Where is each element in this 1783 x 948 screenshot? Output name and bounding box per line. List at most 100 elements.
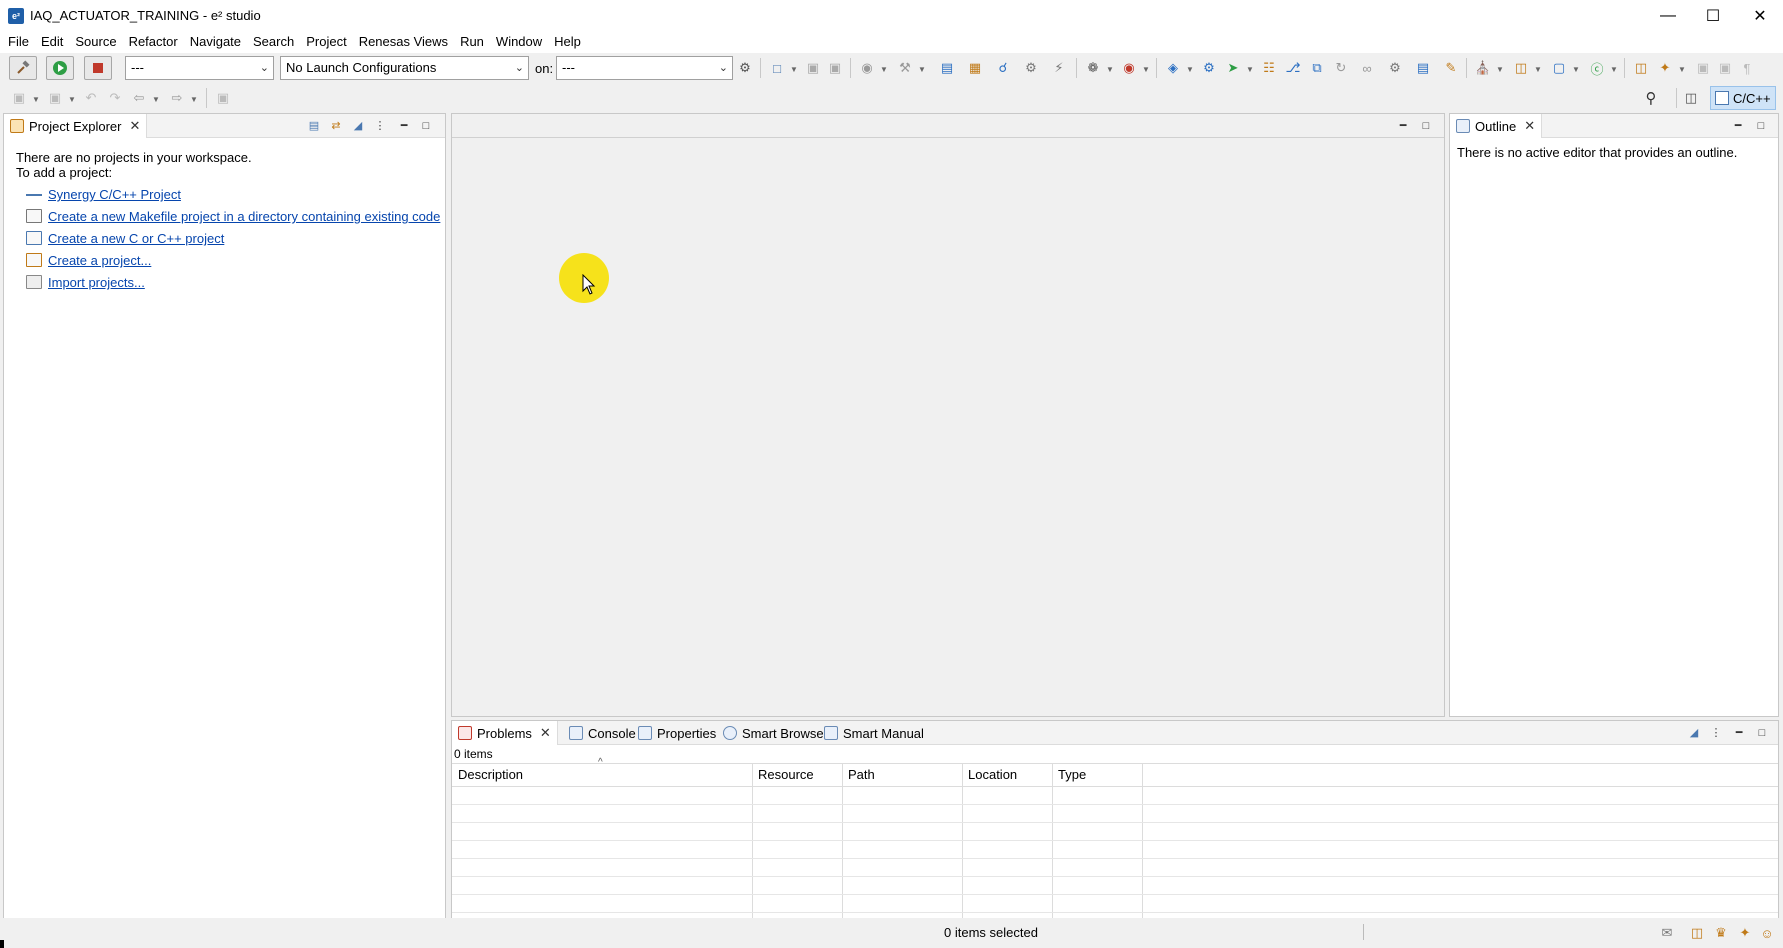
maximize-view-icon[interactable]: □: [418, 118, 434, 134]
launch-target-select[interactable]: --- ⌄: [556, 56, 733, 80]
dropdown-arrow-icon[interactable]: ▼: [790, 65, 798, 74]
link-create-project[interactable]: Create a project...: [48, 253, 151, 268]
maximize-button[interactable]: ☐: [1690, 0, 1736, 31]
menu-source[interactable]: Source: [69, 31, 122, 53]
menu-navigate[interactable]: Navigate: [184, 31, 247, 53]
close-icon[interactable]: ✕: [540, 725, 551, 741]
new-folder-icon[interactable]: ◫: [1510, 57, 1532, 79]
filter-icon[interactable]: ◢: [1686, 725, 1702, 741]
link-import-projects[interactable]: Import projects...: [48, 275, 145, 290]
new-icon[interactable]: □: [766, 57, 788, 79]
menu-project[interactable]: Project: [300, 31, 352, 53]
dropdown-arrow-icon[interactable]: ▼: [1534, 65, 1542, 74]
hammer-icon[interactable]: ⚒: [894, 57, 916, 79]
open-perspective-icon[interactable]: ◫: [1680, 87, 1702, 109]
dropdown-arrow-icon[interactable]: ▼: [152, 95, 160, 104]
menu-search[interactable]: Search: [247, 31, 300, 53]
pin-editor-icon[interactable]: ▣: [212, 87, 234, 109]
search-icon[interactable]: ⚲: [1640, 87, 1662, 109]
column-resource[interactable]: Resource: [752, 763, 842, 787]
dropdown-arrow-icon[interactable]: ▼: [918, 65, 926, 74]
link-c-cpp-project[interactable]: Create a new C or C++ project: [48, 231, 224, 246]
launch-run-icon[interactable]: [46, 56, 74, 80]
tab-properties[interactable]: Properties: [632, 721, 722, 745]
build-hammer-icon[interactable]: [9, 56, 37, 80]
maximize-view-icon[interactable]: □: [1754, 725, 1770, 741]
tab-console[interactable]: Console: [563, 721, 642, 745]
minimize-view-icon[interactable]: ━: [1731, 725, 1747, 741]
tree-icon[interactable]: ⎇: [1282, 57, 1304, 79]
build-config-select[interactable]: --- ⌄: [125, 56, 274, 80]
dropdown-arrow-icon[interactable]: ▼: [1142, 65, 1150, 74]
forward-arrow-icon[interactable]: ⇨: [166, 87, 188, 109]
minimize-view-icon[interactable]: ━: [396, 118, 412, 134]
link-with-editor-icon[interactable]: ⇄: [328, 118, 344, 134]
minimize-view-icon[interactable]: ━: [1730, 118, 1746, 134]
toggle-block-icon[interactable]: ▣: [1714, 57, 1736, 79]
tab-problems[interactable]: Problems ✕: [452, 721, 558, 745]
debug-bug-icon[interactable]: ❁: [1082, 57, 1104, 79]
run-external-icon[interactable]: ◉: [1118, 57, 1140, 79]
configure-gear-icon[interactable]: ⚙: [1384, 57, 1406, 79]
filter-icon[interactable]: ◢: [350, 118, 366, 134]
menu-file[interactable]: File: [2, 31, 35, 53]
close-button[interactable]: ✕: [1737, 0, 1783, 31]
view-menu-icon[interactable]: ⋮: [1708, 725, 1724, 741]
tab-project-explorer[interactable]: Project Explorer ✕: [4, 114, 148, 138]
dropdown-arrow-icon[interactable]: ▼: [32, 95, 40, 104]
tab-outline[interactable]: Outline ✕: [1450, 114, 1543, 138]
new-class-icon[interactable]: ⓒ: [1586, 57, 1608, 79]
menu-renesas-views[interactable]: Renesas Views: [353, 31, 454, 53]
column-type[interactable]: Type: [1052, 763, 1142, 787]
menu-run[interactable]: Run: [454, 31, 490, 53]
minimize-button[interactable]: —: [1645, 0, 1691, 31]
link-makefile-project[interactable]: Create a new Makefile project in a direc…: [48, 209, 440, 224]
column-location[interactable]: Location: [962, 763, 1052, 787]
next-annotation-icon[interactable]: ▣: [44, 87, 66, 109]
wand-icon[interactable]: ✦: [1734, 922, 1756, 944]
dropdown-arrow-icon[interactable]: ▼: [190, 95, 198, 104]
back-arrow-icon[interactable]: ⇦: [128, 87, 150, 109]
toggle-mark-icon[interactable]: ▣: [1692, 57, 1714, 79]
perspective-cpp-button[interactable]: C/C++: [1710, 86, 1776, 110]
close-icon[interactable]: ✕: [1524, 118, 1535, 134]
save-all-icon[interactable]: ▣: [824, 57, 846, 79]
build-all-icon[interactable]: ◉: [856, 57, 878, 79]
view-menu-icon[interactable]: ⋮: [372, 118, 388, 134]
link-synergy-project[interactable]: Synergy C/C++ Project: [48, 187, 181, 202]
forward-edit-icon[interactable]: ↷: [104, 87, 126, 109]
columns-icon[interactable]: ☷: [1258, 57, 1280, 79]
settings-gear-icon[interactable]: ⚙: [1020, 57, 1042, 79]
annotation-icon[interactable]: ▣: [8, 87, 30, 109]
launch-icon[interactable]: ✦: [1654, 57, 1676, 79]
search-target-icon[interactable]: ☌: [992, 57, 1014, 79]
task-icon[interactable]: ◫: [1686, 922, 1708, 944]
open-type-icon[interactable]: ◫: [1630, 57, 1652, 79]
pencil-icon[interactable]: ✎: [1440, 57, 1462, 79]
dropdown-arrow-icon[interactable]: ▼: [1678, 65, 1686, 74]
graduation-icon[interactable]: ♛: [1710, 922, 1732, 944]
show-whitespace-icon[interactable]: ¶: [1736, 57, 1758, 79]
menu-help[interactable]: Help: [548, 31, 587, 53]
terminal-icon[interactable]: ▤: [936, 57, 958, 79]
stop-icon[interactable]: [84, 56, 112, 80]
dropdown-arrow-icon[interactable]: ▼: [1610, 65, 1618, 74]
maximize-editor-icon[interactable]: □: [1418, 118, 1434, 134]
maximize-view-icon[interactable]: □: [1753, 118, 1769, 134]
minimize-editor-icon[interactable]: ━: [1395, 118, 1411, 134]
notifications-icon[interactable]: ✉: [1656, 922, 1678, 944]
dropdown-arrow-icon[interactable]: ▼: [1496, 65, 1504, 74]
components-icon[interactable]: ▦: [964, 57, 986, 79]
profile-icon[interactable]: ◈: [1162, 57, 1184, 79]
new-file-icon[interactable]: ▢: [1548, 57, 1570, 79]
close-icon[interactable]: ✕: [129, 118, 140, 134]
menu-refactor[interactable]: Refactor: [123, 31, 184, 53]
tab-smart-browser[interactable]: Smart Browser: [717, 721, 834, 745]
skip-breakpoints-icon[interactable]: ⚡: [1048, 57, 1070, 79]
dropdown-arrow-icon[interactable]: ▼: [880, 65, 888, 74]
column-path[interactable]: Path: [842, 763, 962, 787]
dropdown-arrow-icon[interactable]: ▼: [1246, 65, 1254, 74]
save-icon[interactable]: ▣: [802, 57, 824, 79]
collapse-all-icon[interactable]: ▤: [306, 118, 322, 134]
link-icon[interactable]: ∞: [1356, 57, 1378, 79]
